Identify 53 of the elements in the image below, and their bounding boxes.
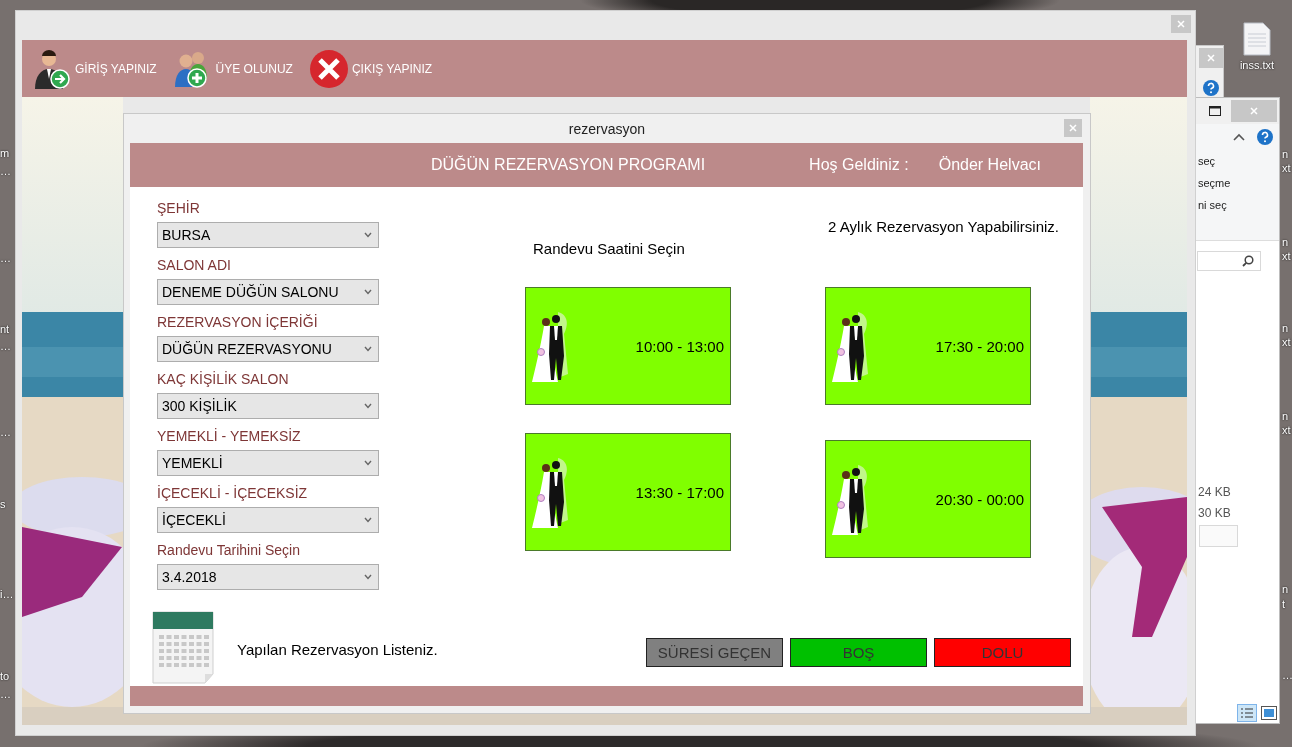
- desktop-icon-label: to: [0, 669, 10, 683]
- welcome-label: Hoş Geldiniz :: [809, 156, 909, 174]
- desktop-icon-label: n: [1282, 321, 1289, 335]
- window-title: rezervasyon: [568, 120, 646, 137]
- desktop-icon-label: xt: [1282, 161, 1291, 175]
- desktop-icon-label: n: [1282, 409, 1289, 423]
- dropdown[interactable]: İÇECEKLİ: [157, 507, 379, 533]
- desktop-icon-label: xt: [1282, 249, 1291, 263]
- desktop-icon-label: n: [1282, 235, 1289, 249]
- desktop-icon-label: t: [1282, 597, 1286, 611]
- desktop-icon-label: …: [0, 687, 11, 701]
- time-slot-button[interactable]: 17:30 - 20:00: [825, 287, 1031, 405]
- file-size: 24 KB: [1198, 484, 1231, 501]
- dropdown[interactable]: 300 KİŞİLİK: [157, 393, 379, 419]
- app-title: DÜĞÜN REZERVASYON PROGRAMI: [431, 156, 706, 174]
- desktop-icon-label: …: [0, 251, 11, 265]
- desktop-icon-label: s: [0, 497, 6, 511]
- field-label: YEMEKLİ - YEMEKSİZ: [157, 427, 302, 446]
- field-label: SALON ADI: [157, 256, 232, 275]
- list-link[interactable]: Yapılan Rezervasyon Listeniz.: [237, 640, 438, 658]
- time-slot-button[interactable]: 10:00 - 13:00: [525, 287, 731, 405]
- field-label: REZERVASYON İÇERİĞİ: [157, 313, 319, 332]
- user-name: Önder Helvacı: [938, 156, 1041, 174]
- file-size: 30 KB: [1198, 505, 1231, 522]
- ribbon-item[interactable]: ni seç: [1198, 194, 1279, 216]
- field-label: KAÇ KİŞİLİK SALON: [157, 370, 290, 389]
- desktop-icon-label: m: [0, 146, 10, 160]
- desktop-icon-label: …: [1282, 668, 1292, 682]
- desktop-icon-label: xt: [1282, 335, 1291, 349]
- desktop-icon-label: i…: [0, 587, 14, 601]
- dropdown[interactable]: BURSA: [157, 222, 379, 248]
- ribbon-item[interactable]: seçme: [1198, 172, 1279, 194]
- info-text: 2 Aylık Rezervasyon Yapabilirsiniz.: [828, 218, 1059, 235]
- section-title: Randevu Saatini Seçin: [533, 240, 686, 257]
- desktop-icon-label: …: [0, 339, 11, 353]
- dropdown[interactable]: 3.4.2018: [157, 564, 379, 590]
- desktop-icon-label: …: [0, 164, 11, 178]
- desktop-icon-label: nt: [0, 322, 10, 336]
- dropdown[interactable]: DENEME DÜĞÜN SALONU: [157, 279, 379, 305]
- desktop-icon-label: xt: [1282, 423, 1291, 437]
- dropdown[interactable]: YEMEKLİ: [157, 450, 379, 476]
- field-label: Randevu Tarihini Seçin: [157, 541, 301, 560]
- field-label: İÇECEKLİ - İÇECEKSİZ: [157, 484, 309, 503]
- desktop-icon-label: n: [1282, 582, 1289, 596]
- ribbon-item[interactable]: seç: [1198, 150, 1279, 172]
- field-label: ŞEHİR: [157, 199, 201, 218]
- dropdown[interactable]: DÜĞÜN REZERVASYONU: [157, 336, 379, 362]
- desktop-icon-label: n: [1282, 147, 1289, 161]
- desktop-icon-label: …: [0, 425, 11, 439]
- time-slot-button[interactable]: 13:30 - 17:00: [525, 433, 731, 551]
- legend-button[interactable]: BOŞ: [790, 637, 927, 667]
- time-slot-button[interactable]: 20:30 - 00:00: [825, 440, 1031, 558]
- file-name[interactable]: inss.txt: [1239, 59, 1275, 71]
